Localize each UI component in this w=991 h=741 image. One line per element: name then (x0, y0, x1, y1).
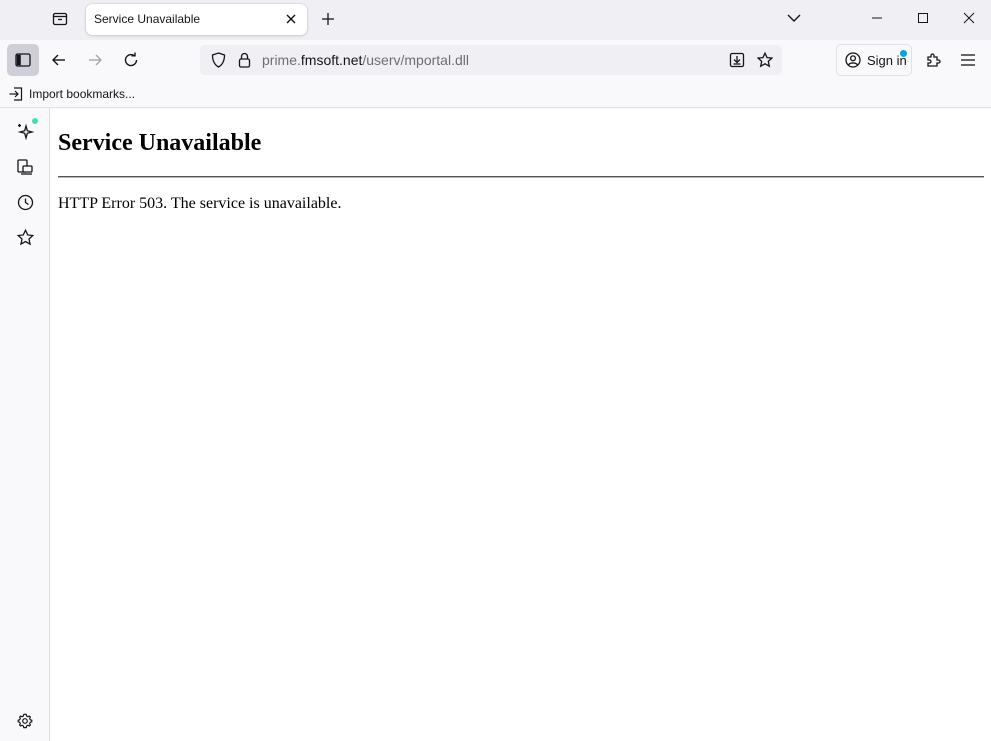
back-arrow-icon[interactable] (44, 45, 74, 75)
tab-title: Service Unavailable (94, 12, 201, 26)
gear-icon[interactable] (13, 709, 37, 733)
sign-in-button[interactable]: Sign in (836, 44, 912, 76)
bookmarks-toolbar: Import bookmarks... (0, 80, 991, 108)
tab-strip: Service Unavailable (0, 0, 991, 40)
url-prefix: prime. (262, 52, 301, 68)
forward-arrow-icon[interactable] (80, 45, 110, 75)
page-content: Service Unavailable HTTP Error 503. The … (50, 109, 991, 741)
url-host: fmsoft.net (300, 52, 363, 68)
clock-icon[interactable] (13, 190, 37, 214)
puzzle-icon[interactable] (918, 45, 948, 75)
download-icon[interactable] (725, 48, 749, 72)
notification-dot (900, 50, 907, 57)
close-window-icon[interactable] (947, 0, 991, 36)
star-icon[interactable] (13, 225, 37, 249)
minimize-icon[interactable] (855, 0, 899, 36)
ai-notification-dot (32, 118, 38, 124)
divider (58, 176, 984, 178)
url-path: /userv/mportal.dll (362, 52, 469, 68)
import-bookmarks-label: Import bookmarks... (29, 87, 136, 101)
sidebar-icon[interactable] (7, 44, 39, 76)
synced-tabs-icon[interactable] (13, 155, 37, 179)
nav-bar: prime.fmsoft.net/userv/mportal.dll Sign … (0, 40, 991, 80)
tab-service-unavailable[interactable]: Service Unavailable (86, 4, 307, 35)
new-tab-button[interactable] (314, 6, 342, 32)
shield-icon[interactable] (206, 48, 230, 72)
account-icon (844, 51, 862, 69)
tab-list-icon[interactable] (44, 4, 76, 34)
import-icon (9, 87, 23, 101)
lock-icon[interactable] (233, 48, 255, 72)
url-text[interactable]: prime.fmsoft.net/userv/mportal.dll (262, 52, 469, 68)
import-bookmarks-button[interactable]: Import bookmarks... (8, 84, 135, 104)
url-bar[interactable]: prime.fmsoft.net/userv/mportal.dll (200, 45, 782, 75)
sidebar (0, 108, 50, 741)
star-icon[interactable] (753, 48, 777, 72)
hamburger-icon[interactable] (953, 45, 983, 75)
maximize-icon[interactable] (901, 0, 945, 36)
reload-icon[interactable] (116, 45, 146, 75)
close-icon[interactable] (279, 7, 303, 31)
chevron-down-icon[interactable] (780, 5, 808, 31)
page-heading: Service Unavailable (58, 130, 262, 156)
error-message: HTTP Error 503. The service is unavailab… (58, 195, 342, 212)
